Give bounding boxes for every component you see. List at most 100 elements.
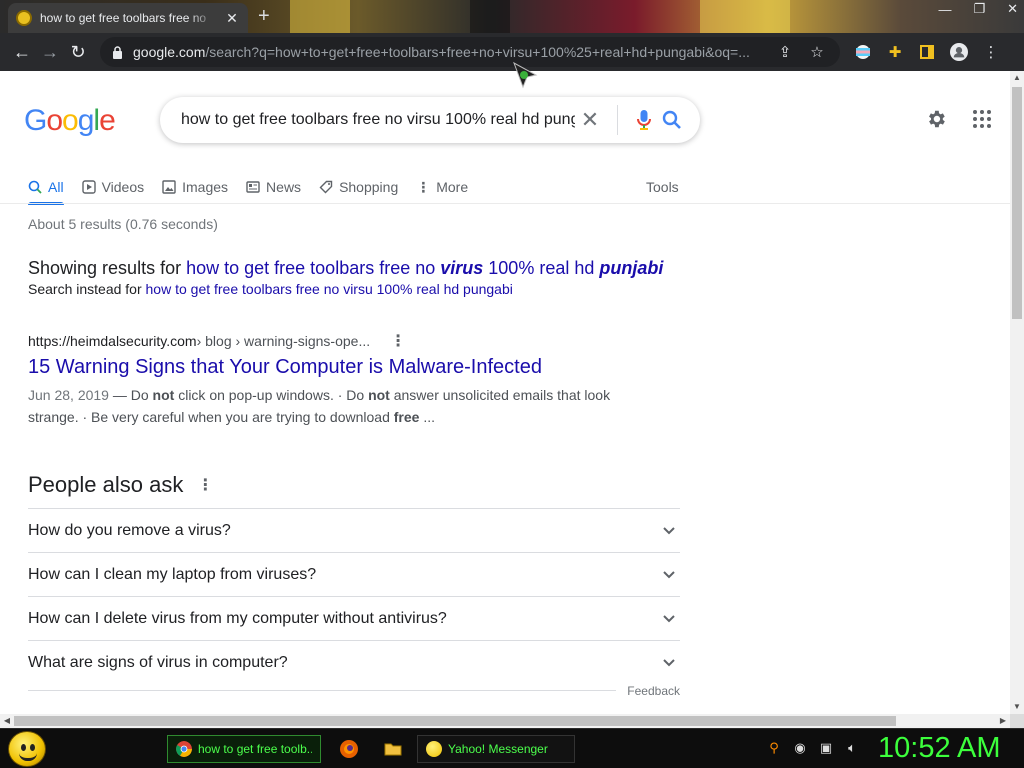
paa-question-text: How can I delete virus from my computer … xyxy=(28,609,447,627)
bookmark-star-icon[interactable]: ☆ xyxy=(806,43,828,61)
tab-favicon-icon xyxy=(16,10,32,26)
instead-prefix: Search instead for xyxy=(28,281,142,297)
settings-gear-icon[interactable] xyxy=(924,107,948,131)
scroll-left-arrow-icon[interactable]: ◀ xyxy=(0,714,14,728)
tab-label: Shopping xyxy=(339,179,399,195)
window-close-icon[interactable]: ✕ xyxy=(1007,1,1018,17)
tab-label: Videos xyxy=(101,179,145,195)
news-icon xyxy=(246,181,260,193)
google-logo[interactable]: Google xyxy=(24,104,116,138)
forward-icon[interactable]: → xyxy=(36,38,64,66)
network-tray-icon[interactable]: ▣ xyxy=(818,739,834,757)
horizontal-scrollbar[interactable]: ◀ ▶ xyxy=(0,714,1010,728)
yahoo-smiley-icon xyxy=(426,741,442,757)
paa-footer-divider xyxy=(28,690,616,691)
folder-icon[interactable] xyxy=(383,739,403,759)
mouse-cursor-icon xyxy=(513,61,538,89)
play-icon xyxy=(81,180,96,194)
horizontal-scroll-thumb[interactable] xyxy=(14,716,896,726)
scroll-right-arrow-icon[interactable]: ▶ xyxy=(996,714,1010,728)
scroll-up-arrow-icon[interactable]: ▲ xyxy=(1010,71,1024,85)
scroll-down-arrow-icon[interactable]: ▼ xyxy=(1010,700,1024,714)
chrome-icon xyxy=(176,741,192,757)
share-icon[interactable]: ⇪ xyxy=(774,43,796,61)
wallpaper-streak xyxy=(470,0,510,33)
paa-question[interactable]: How can I clean my laptop from viruses? xyxy=(28,552,680,596)
apps-grid-icon[interactable] xyxy=(970,107,994,131)
paa-question[interactable]: What are signs of virus in computer? xyxy=(28,640,680,684)
mic-icon[interactable] xyxy=(630,106,658,134)
paa-question[interactable]: How do you remove a virus? xyxy=(28,508,680,552)
search-tabs: All Videos Images News Shopping ⋮ More xyxy=(28,171,468,205)
scrollbar-corner xyxy=(1010,714,1024,728)
search-input[interactable]: how to get free toolbars free no virsu 1… xyxy=(181,111,575,129)
firefox-icon[interactable] xyxy=(339,739,359,759)
browser-tab-active[interactable]: how to get free toolbars free no ✕ xyxy=(8,3,248,33)
vertical-scroll-thumb[interactable] xyxy=(1012,87,1022,319)
chevron-down-icon xyxy=(663,570,675,578)
search-tray-icon[interactable]: ⚲ xyxy=(766,739,782,757)
tab-videos[interactable]: Videos xyxy=(81,171,145,203)
tab-close-icon[interactable]: ✕ xyxy=(224,10,240,27)
result-stats: About 5 results (0.76 seconds) xyxy=(28,216,218,232)
feedback-link[interactable]: Feedback xyxy=(627,684,680,698)
vertical-scrollbar[interactable]: ▲ ▼ xyxy=(1010,71,1024,714)
spelling-correction: Showing results for how to get free tool… xyxy=(28,258,663,279)
taskbar-yahoo-messenger-task[interactable]: Yahoo! Messenger xyxy=(417,735,575,763)
chevron-down-icon xyxy=(663,526,675,534)
result-snippet: Jun 28, 2019 — Do not click on pop-up wi… xyxy=(28,387,611,425)
tab-shopping[interactable]: Shopping xyxy=(319,171,398,203)
tab-strip: how to get free toolbars free no ✕ + — ❐… xyxy=(0,0,1024,33)
result-more-vert-icon[interactable]: ⋮ xyxy=(390,331,406,351)
search-icon[interactable] xyxy=(658,106,686,134)
result-site: https://heimdalsecurity.com xyxy=(28,333,197,349)
paa-more-vert-icon[interactable]: ⋮ xyxy=(197,475,213,495)
image-icon xyxy=(162,180,176,194)
flag-extension-icon[interactable] xyxy=(854,43,872,61)
taskbar-clock[interactable]: 10:52 AM xyxy=(878,732,1001,765)
status-tray-icon[interactable]: ◉ xyxy=(792,739,808,757)
side-panel-icon[interactable] xyxy=(918,43,936,61)
address-bar[interactable]: google.com/search?q=how+to+get+free+tool… xyxy=(100,37,840,67)
start-button-smiley-icon[interactable] xyxy=(8,731,46,767)
taskbar: how to get free toolb... Yahoo! Messenge… xyxy=(0,728,1024,768)
taskbar-chrome-task[interactable]: how to get free toolb... xyxy=(167,735,321,763)
search-icon xyxy=(28,180,42,194)
minimize-icon[interactable]: — xyxy=(938,2,951,17)
corrected-query-link[interactable]: how to get free toolbars free no virus 1… xyxy=(186,258,663,278)
tag-icon xyxy=(319,180,333,194)
maximize-icon[interactable]: ❐ xyxy=(973,1,985,17)
tab-images[interactable]: Images xyxy=(162,171,228,203)
new-tab-button[interactable]: + xyxy=(258,5,270,28)
header-actions xyxy=(924,107,994,131)
original-query-link[interactable]: how to get free toolbars free no virsu 1… xyxy=(146,281,513,297)
tools-button[interactable]: Tools xyxy=(646,171,679,203)
extensions-area: ✚ ⋮ xyxy=(854,43,1000,61)
back-icon[interactable]: ← xyxy=(8,38,36,66)
showing-prefix: Showing results for xyxy=(28,258,182,278)
tab-label: All xyxy=(48,179,64,195)
tab-more[interactable]: ⋮ More xyxy=(416,171,468,203)
search-box[interactable]: how to get free toolbars free no virsu 1… xyxy=(160,97,700,143)
result-title-link[interactable]: 15 Warning Signs that Your Computer is M… xyxy=(28,356,542,379)
paa-question-text: How can I clean my laptop from viruses? xyxy=(28,565,317,583)
search-instead: Search instead for how to get free toolb… xyxy=(28,281,513,297)
paa-question[interactable]: How can I delete virus from my computer … xyxy=(28,596,680,640)
clear-icon[interactable]: ✕ xyxy=(575,107,605,133)
chevron-down-icon xyxy=(663,614,675,622)
paa-footer: Feedback xyxy=(28,684,680,698)
profile-avatar-icon[interactable] xyxy=(950,43,968,61)
people-also-ask-list: How do you remove a virus? How can I cle… xyxy=(28,508,680,684)
taskbar-task-label: Yahoo! Messenger xyxy=(448,742,548,756)
chrome-menu-icon[interactable]: ⋮ xyxy=(982,43,1000,61)
url-text[interactable]: google.com/search?q=how+to+get+free+tool… xyxy=(133,44,764,60)
reload-icon[interactable]: ↻ xyxy=(64,38,92,66)
window-controls: — ❐ ✕ xyxy=(938,0,1018,18)
tab-label: News xyxy=(266,179,302,195)
result-url[interactable]: https://heimdalsecurity.com › blog › war… xyxy=(28,331,406,351)
paa-question-text: What are signs of virus in computer? xyxy=(28,653,288,671)
puzzle-icon[interactable]: ✚ xyxy=(886,43,904,61)
tab-all[interactable]: All xyxy=(28,171,64,205)
volume-icon[interactable]: 🔈︎ xyxy=(844,739,860,757)
tab-news[interactable]: News xyxy=(246,171,301,203)
